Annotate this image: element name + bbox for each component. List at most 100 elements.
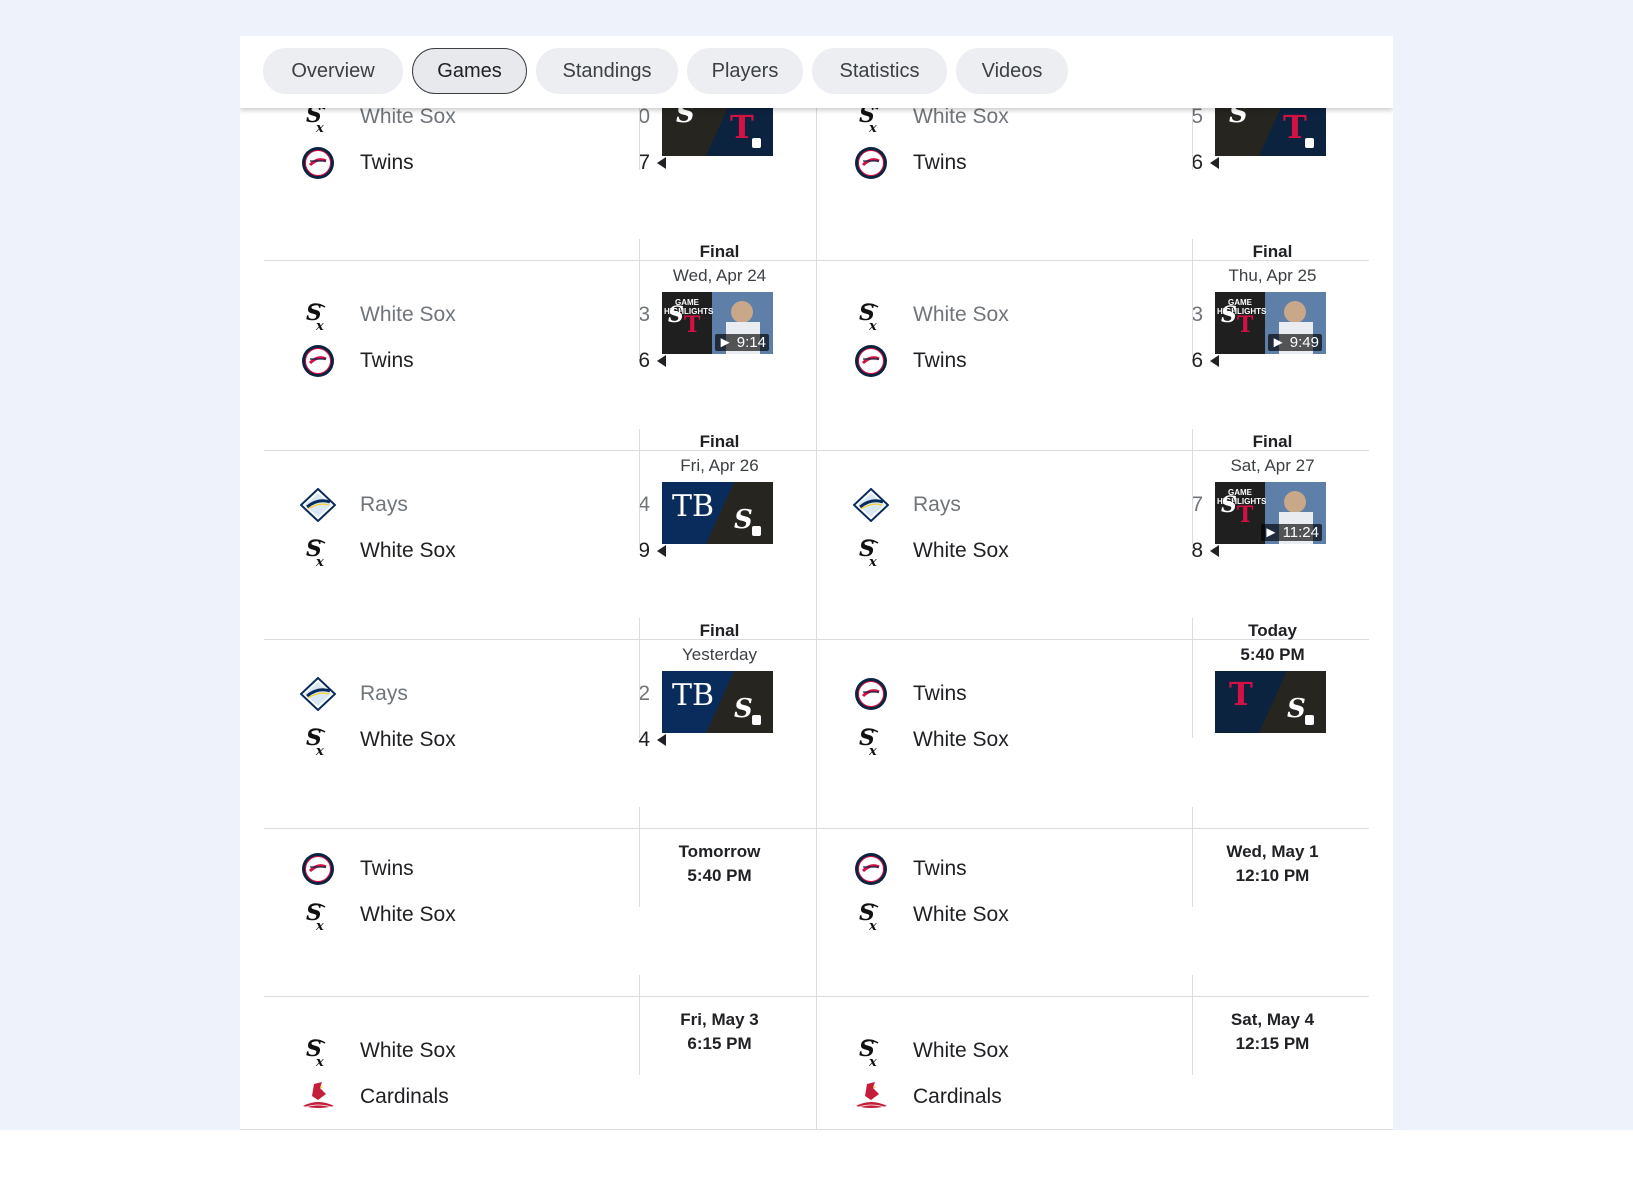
svg-text:TB: TB: [672, 489, 714, 524]
highlights-label: GAME HIGHLIGHTS: [664, 298, 714, 316]
white-sox-logo-icon: Sx: [853, 722, 889, 758]
team-score: 4: [638, 728, 650, 751]
game-card[interactable]: Rays 2 Sx White Sox 4 Final Yesterday TB S: [264, 593, 816, 782]
twins-logo-icon: [300, 145, 336, 181]
game-card[interactable]: Sx White Sox 3 Twins 6 Final Wed, Apr 24 S T GAME…: [264, 214, 816, 404]
winner-arrow-icon: [657, 355, 666, 367]
twins-logo-icon: [853, 676, 889, 712]
team-row-home: Twins 6: [853, 341, 1219, 381]
game-time: 6:15 PM: [687, 1034, 752, 1053]
team-row-home: Twins 6: [300, 341, 666, 381]
team-row-home: Sx White Sox: [853, 895, 1203, 935]
game-date: Wed, May 1: [1226, 842, 1319, 861]
team-name: White Sox: [360, 728, 456, 751]
game-status: Final: [699, 621, 740, 640]
twins-logo-icon: [300, 851, 336, 887]
white-sox-logo-icon: Sx: [300, 533, 336, 569]
rays-logo-icon: [853, 487, 889, 523]
game-date: Wed, Apr 24: [672, 266, 767, 285]
matchup-thumbnail[interactable]: TS: [1215, 671, 1326, 733]
tab-standings[interactable]: Standings: [536, 48, 678, 94]
game-card[interactable]: Sx White Sox Cardinals Fri, May 3 6:15 PM: [264, 950, 816, 1120]
game-highlights-thumbnail[interactable]: S T GAME HIGHLIGHTS ► 9:14: [662, 292, 773, 354]
matchup-thumbnail[interactable]: TB S: [662, 671, 773, 733]
team-name: Cardinals: [913, 1085, 1002, 1108]
white-sox-logo-icon: Sx: [853, 297, 889, 333]
game-card[interactable]: Twins Sx White Sox Wed, May 1 12:10 PM: [817, 782, 1369, 950]
team-name: Twins: [913, 151, 967, 174]
game-card[interactable]: Rays 4 Sx White Sox 9 Final Fri, Apr 26 TB S: [264, 404, 816, 593]
duration-text: 11:24: [1282, 524, 1319, 541]
team-score: 7: [638, 151, 650, 174]
matchup-thumbnail[interactable]: TB S: [662, 482, 773, 544]
tab-players[interactable]: Players: [687, 48, 803, 94]
duration-text: 9:14: [736, 334, 766, 351]
game-status: Final: [1252, 432, 1293, 451]
team-row-away: Sx White Sox: [300, 1031, 650, 1071]
games-grid: SxWhite Sox0Twins7FinalMon, Apr 22STSxWh…: [264, 36, 1369, 1130]
svg-text:x: x: [868, 319, 877, 332]
tab-games[interactable]: Games: [412, 48, 527, 94]
play-icon: ►: [1270, 334, 1290, 351]
team-score: 9: [638, 539, 650, 562]
cardinals-logo-icon: [300, 1079, 336, 1115]
game-card[interactable]: Sx White Sox 3 Twins 6 Final Thu, Apr 25 S T GAME…: [817, 214, 1369, 404]
team-row-home: Cardinals: [300, 1077, 650, 1117]
game-card[interactable]: Twins Sx White Sox Tomorrow 5:40 PM: [264, 782, 816, 950]
svg-text:x: x: [868, 1055, 877, 1068]
game-date: Tomorrow: [678, 842, 761, 861]
team-name: White Sox: [360, 303, 456, 326]
svg-text:x: x: [868, 919, 877, 932]
winner-arrow-icon: [1210, 545, 1219, 557]
team-name: White Sox: [913, 539, 1009, 562]
video-duration: ► 9:49: [1267, 334, 1322, 351]
tab-bar: Overview Games Standings Players Statist…: [240, 36, 1393, 108]
tab-overview[interactable]: Overview: [263, 48, 403, 94]
game-card[interactable]: Rays 7 Sx White Sox 8 Final Sat, Apr 27 S T GAME …: [817, 404, 1369, 593]
team-row-home: Twins 7: [300, 143, 666, 183]
game-date: Sat, May 4: [1230, 1010, 1315, 1029]
team-row-home: Sx White Sox: [300, 895, 650, 935]
video-duration: ► 9:14: [714, 334, 769, 351]
game-date: 5:40 PM: [1240, 645, 1305, 664]
bottom-area: [0, 1130, 1633, 1200]
game-time: 12:10 PM: [1235, 866, 1310, 885]
team-row-away: Rays 4: [300, 485, 650, 525]
team-row-away: Sx White Sox 3: [300, 295, 650, 335]
svg-text:x: x: [315, 919, 324, 932]
team-name: Twins: [913, 857, 967, 880]
twins-logo-icon: [853, 851, 889, 887]
team-name: Twins: [913, 682, 967, 705]
white-sox-logo-icon: Sx: [300, 722, 336, 758]
twins-logo-icon: [300, 343, 336, 379]
game-card[interactable]: Twins Sx White Sox Today 5:40 PM T S: [817, 593, 1369, 782]
white-sox-logo-icon: Sx: [853, 897, 889, 933]
game-highlights-thumbnail[interactable]: S T GAME HIGHLIGHTS ► 11:24: [1215, 482, 1326, 544]
team-name: Rays: [360, 682, 408, 705]
tab-videos[interactable]: Videos: [956, 48, 1068, 94]
game-card[interactable]: Sx White Sox Cardinals Sat, May 4 12:15 PM: [817, 950, 1369, 1120]
top-background-band: [0, 0, 1633, 36]
white-sox-logo-icon: Sx: [853, 1033, 889, 1069]
white-sox-logo-icon: Sx: [300, 297, 336, 333]
team-row-away: Twins: [853, 674, 1203, 714]
winner-arrow-icon: [657, 734, 666, 746]
team-score: 7: [1191, 493, 1203, 516]
team-row-home: Sx White Sox 8: [853, 531, 1219, 571]
team-name: White Sox: [360, 105, 456, 128]
game-time: 12:15 PM: [1235, 1034, 1310, 1053]
team-score: 3: [638, 303, 650, 326]
team-name: White Sox: [913, 1039, 1009, 1062]
game-date: Sat, Apr 27: [1230, 456, 1315, 475]
team-name: Rays: [913, 493, 961, 516]
tab-statistics[interactable]: Statistics: [812, 48, 947, 94]
game-highlights-thumbnail[interactable]: S T GAME HIGHLIGHTS ► 9:49: [1215, 292, 1326, 354]
team-score: 5: [1191, 105, 1203, 128]
game-status: Today: [1248, 621, 1297, 640]
svg-text:S: S: [734, 694, 753, 724]
white-sox-logo-icon: Sx: [300, 1033, 336, 1069]
cardinals-logo-icon: [853, 1079, 889, 1115]
team-row-home: Sx White Sox 9: [300, 531, 666, 571]
game-date: Fri, Apr 26: [680, 456, 759, 475]
svg-text:TB: TB: [672, 678, 714, 713]
